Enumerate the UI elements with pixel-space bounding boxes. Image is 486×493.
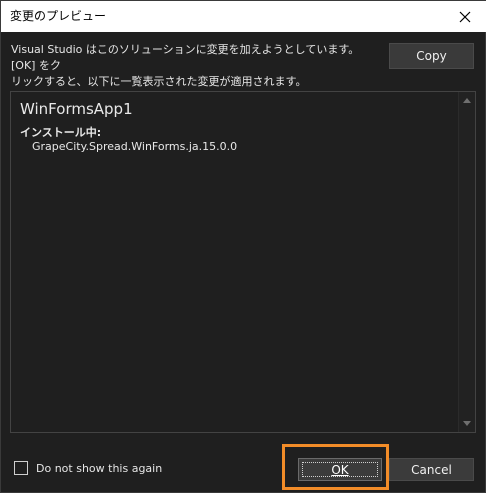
scroll-up-button[interactable] [459,92,475,109]
ok-button[interactable]: OK [298,458,382,481]
preview-changes-dialog: 変更のプレビュー Visual Studio はこのソリューションに変更を加えよ… [0,0,486,493]
close-icon [459,11,471,22]
cancel-button[interactable]: Cancel [389,458,474,481]
do-not-show-again-label[interactable]: Do not show this again [36,462,162,475]
do-not-show-again-checkbox[interactable] [14,461,28,475]
window-title: 変更のプレビュー [10,9,107,23]
chevron-up-icon [463,98,471,103]
chevron-down-icon [463,421,471,426]
close-button[interactable] [443,1,486,32]
do-not-show-again-option[interactable]: Do not show this again [14,461,162,475]
vertical-scrollbar[interactable] [458,92,475,432]
description-text: Visual Studio はこのソリューションに変更を加えようとしています。[… [11,42,381,90]
description-line-2: リックすると、以下に一覧表示された変更が適用されます。 [11,75,307,88]
copy-button[interactable]: Copy [389,43,474,69]
package-item: GrapeCity.Spread.WinForms.ja.15.0.0 [32,140,238,153]
ok-button-label: OK [331,462,349,477]
title-bar: 変更のプレビュー [1,1,486,32]
installing-label: インストール中: [20,126,102,139]
changes-preview-panel[interactable]: WinFormsApp1 インストール中: GrapeCity.Spread.W… [10,91,476,433]
scroll-down-button[interactable] [459,415,475,432]
project-name: WinFormsApp1 [20,100,133,118]
preview-content: WinFormsApp1 インストール中: GrapeCity.Spread.W… [20,100,450,154]
description-line-1: Visual Studio はこのソリューションに変更を加えようとしています。[… [11,43,360,72]
